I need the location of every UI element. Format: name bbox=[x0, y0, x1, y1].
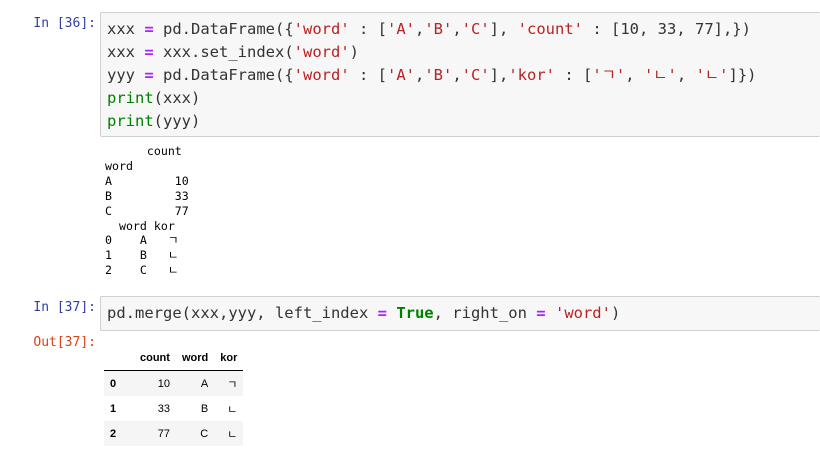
table-row: 2 77 C ㄴ bbox=[104, 421, 244, 446]
input-prompt: In [37]: bbox=[33, 300, 96, 315]
cell-36-stdout: count word A 10 B 33 C 77 word kor 0 A ㄱ… bbox=[105, 144, 189, 278]
table-row: 1 33 B ㄴ bbox=[104, 396, 243, 421]
code-input[interactable]: xxx = pd.DataFrame({'word' : ['A','B','C… bbox=[100, 12, 820, 137]
row-index: 1 bbox=[110, 402, 117, 415]
table-cell: A bbox=[200, 377, 209, 390]
output-prompt: Out[37]: bbox=[33, 335, 96, 350]
code-input[interactable]: pd.merge(xxx,yyy, left_index = True, rig… bbox=[100, 296, 820, 331]
column-header: word bbox=[175, 346, 215, 371]
table-header-row: count word kor bbox=[104, 346, 244, 371]
row-index: 0 bbox=[110, 377, 117, 390]
table-cell: ㄴ bbox=[227, 428, 238, 441]
table-cell: C bbox=[200, 427, 209, 440]
column-header: kor bbox=[214, 346, 244, 371]
input-prompt: In [36]: bbox=[33, 16, 96, 31]
table-cell: 33 bbox=[157, 402, 170, 415]
code-text[interactable]: xxx = pd.DataFrame({'word' : ['A','B','C… bbox=[101, 13, 820, 138]
table-cell: ㄱ bbox=[227, 378, 238, 391]
table-row: 0 10 A ㄱ bbox=[104, 370, 244, 396]
row-index: 2 bbox=[110, 427, 117, 440]
code-text[interactable]: pd.merge(xxx,yyy, left_index = True, rig… bbox=[101, 297, 820, 330]
table-cell: ㄴ bbox=[227, 403, 238, 416]
table-cell: 77 bbox=[157, 427, 170, 440]
table-cell: 10 bbox=[157, 377, 170, 390]
index-header bbox=[104, 346, 134, 371]
column-header: count bbox=[134, 346, 176, 371]
dataframe-output: count word kor 0 10 A ㄱ 1 33 B ㄴ 2 77 C … bbox=[104, 346, 244, 446]
table-cell: B bbox=[200, 402, 209, 415]
